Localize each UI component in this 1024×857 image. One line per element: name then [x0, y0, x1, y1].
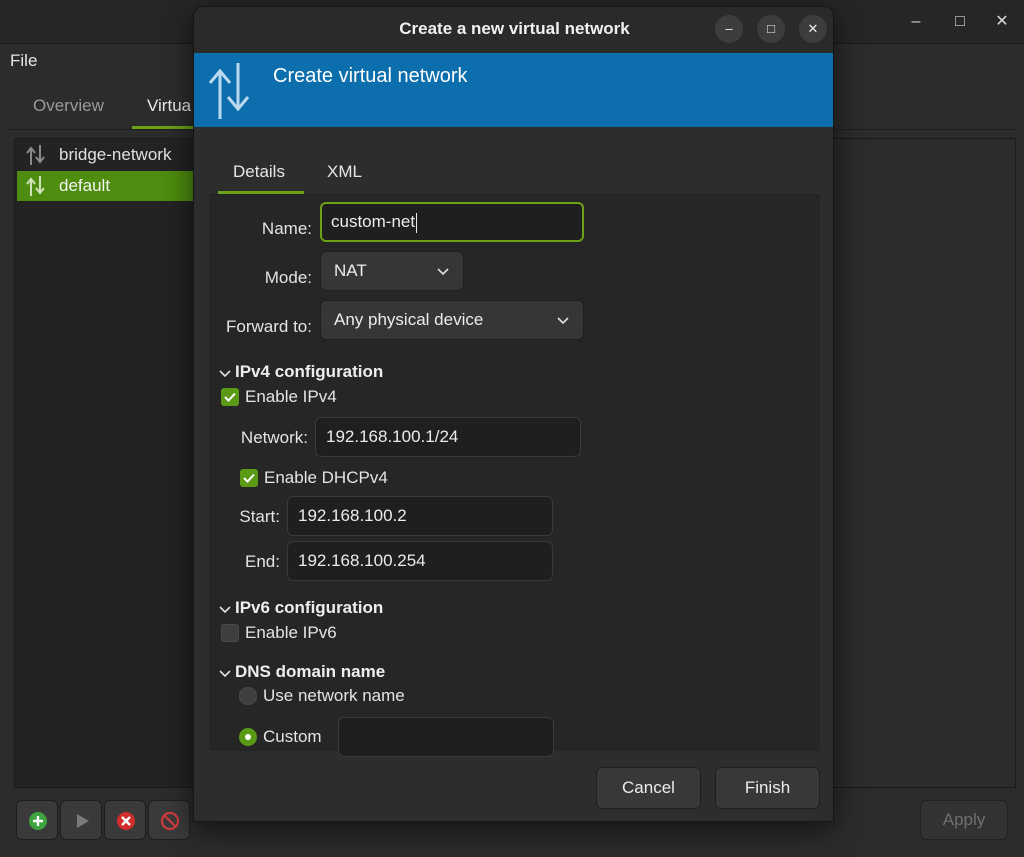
dns-section-header[interactable]: DNS domain name	[219, 662, 385, 682]
chevron-down-icon	[219, 368, 231, 378]
add-icon	[17, 801, 59, 841]
forward-to-label: Forward to:	[209, 317, 312, 337]
enable-dhcpv4-label: Enable DHCPv4	[264, 468, 388, 488]
list-item[interactable]: bridge-network	[17, 140, 193, 170]
list-item[interactable]: default	[17, 171, 193, 201]
mode-label: Mode:	[209, 268, 312, 288]
delete-network-button[interactable]	[148, 800, 190, 840]
tab-underline	[132, 126, 196, 129]
tab-details[interactable]: Details	[233, 162, 285, 182]
network-input[interactable]: 192.168.100.1/24	[315, 417, 581, 457]
network-label: Network:	[209, 428, 308, 448]
enable-ipv4-checkbox[interactable]	[221, 388, 239, 406]
menu-file[interactable]: File	[10, 51, 37, 71]
forward-to-value: Any physical device	[334, 310, 483, 329]
dialog-titlebar: Create a new virtual network – □ ✕	[194, 7, 834, 53]
use-network-name-radio[interactable]	[239, 687, 257, 705]
name-input[interactable]: custom-net	[320, 202, 584, 242]
start-label: Start:	[209, 507, 280, 527]
stop-network-button[interactable]	[104, 800, 146, 840]
finish-button[interactable]: Finish	[715, 767, 820, 809]
ipv6-section-header[interactable]: IPv6 configuration	[219, 598, 383, 618]
custom-dns-label: Custom	[263, 727, 322, 747]
chevron-down-icon	[219, 668, 231, 678]
network-list: bridge-network default	[14, 138, 194, 788]
dialog-maximize-icon[interactable]: □	[757, 15, 785, 43]
enable-dhcpv4-checkbox[interactable]	[240, 469, 258, 487]
network-icon	[23, 143, 49, 167]
dialog-banner: Create virtual network	[194, 53, 834, 127]
apply-button[interactable]: Apply	[920, 800, 1008, 840]
banner-title: Create virtual network	[273, 65, 468, 88]
custom-dns-input[interactable]	[338, 717, 554, 757]
tab-overview[interactable]: Overview	[33, 96, 104, 116]
mode-dropdown[interactable]: NAT	[320, 251, 464, 291]
tab-xml[interactable]: XML	[327, 162, 362, 182]
text-caret	[416, 213, 417, 233]
network-icon	[23, 174, 49, 198]
details-content: Name: custom-net Mode: NAT Forward to: A…	[209, 195, 820, 751]
dhcp-end-input[interactable]: 192.168.100.254	[287, 541, 553, 581]
main-minimize-icon[interactable]: –	[904, 10, 928, 34]
enable-ipv6-checkbox[interactable]	[221, 624, 239, 642]
ipv6-section-title: IPv6 configuration	[235, 598, 383, 617]
network-icon	[204, 59, 254, 121]
stop-icon	[105, 801, 147, 841]
checkmark-icon	[240, 469, 258, 487]
list-item-label: bridge-network	[59, 145, 171, 164]
name-value: custom-net	[331, 212, 415, 231]
ipv4-section-title: IPv4 configuration	[235, 362, 383, 381]
enable-ipv4-label: Enable IPv4	[245, 387, 337, 407]
list-item-label: default	[59, 176, 110, 195]
enable-ipv6-label: Enable IPv6	[245, 623, 337, 643]
cancel-button[interactable]: Cancel	[596, 767, 701, 809]
chevron-down-icon	[557, 315, 569, 325]
dialog-close-icon[interactable]: ✕	[799, 15, 827, 43]
end-label: End:	[209, 552, 280, 572]
add-network-button[interactable]	[16, 800, 58, 840]
start-network-button[interactable]	[60, 800, 102, 840]
chevron-down-icon	[437, 266, 449, 276]
forward-to-dropdown[interactable]: Any physical device	[320, 300, 584, 340]
ipv4-section-header[interactable]: IPv4 configuration	[219, 362, 383, 382]
tab-underline	[218, 191, 304, 194]
chevron-down-icon	[219, 604, 231, 614]
main-maximize-icon[interactable]: □	[948, 10, 972, 34]
mode-value: NAT	[334, 261, 367, 280]
use-network-name-label: Use network name	[263, 686, 405, 706]
checkmark-icon	[221, 388, 239, 406]
play-icon	[61, 801, 103, 841]
tab-virtual-networks[interactable]: Virtua	[147, 96, 191, 116]
create-network-dialog: Create a new virtual network – □ ✕ Creat…	[193, 6, 834, 822]
dns-section-title: DNS domain name	[235, 662, 385, 681]
name-label: Name:	[209, 219, 312, 239]
dhcp-start-input[interactable]: 192.168.100.2	[287, 496, 553, 536]
main-close-icon[interactable]: ✕	[990, 10, 1014, 34]
dialog-tabs: Details XML	[209, 150, 820, 195]
dialog-minimize-icon[interactable]: –	[715, 15, 743, 43]
custom-dns-radio[interactable]	[239, 728, 257, 746]
delete-icon	[149, 801, 191, 841]
